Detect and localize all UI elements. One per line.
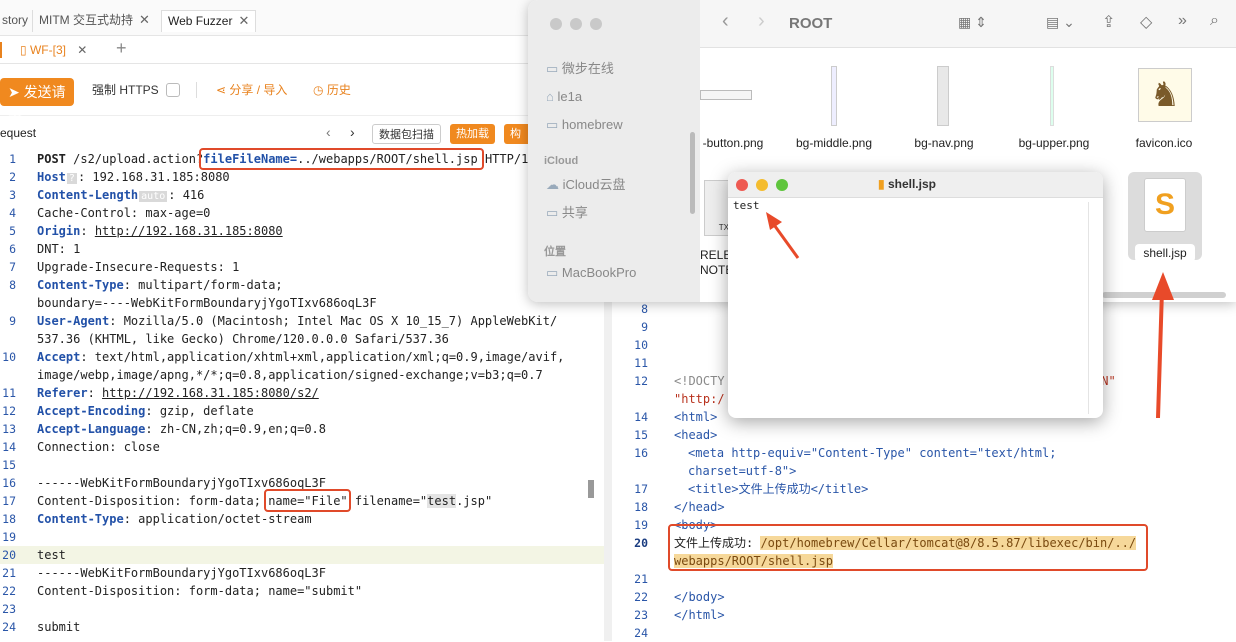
arrow-to-test	[766, 212, 800, 259]
annotation-arrows	[766, 212, 1174, 419]
arrow-to-shell-jsp	[1152, 272, 1174, 419]
